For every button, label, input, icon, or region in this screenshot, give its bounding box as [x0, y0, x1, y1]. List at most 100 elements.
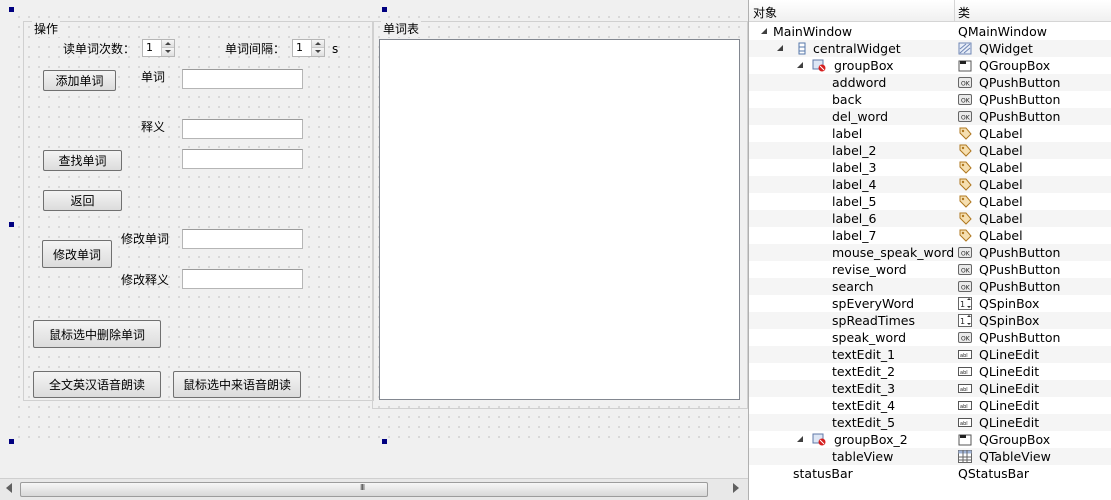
svg-text:abl: abl: [960, 421, 968, 427]
word-input[interactable]: [182, 69, 303, 89]
delete-selected-word-button[interactable]: 鼠标选中删除单词: [33, 320, 161, 348]
scroll-thumb[interactable]: III: [20, 482, 708, 497]
class-name: QPushButton: [979, 92, 1061, 107]
inspector-row[interactable]: MainWindow QMainWindow: [749, 23, 1111, 40]
revise-meaning-input[interactable]: [182, 269, 303, 289]
read-times-value: 1: [146, 41, 153, 54]
spin-down-arrow-icon[interactable]: [312, 48, 324, 56]
scroll-right-arrow-icon[interactable]: [733, 483, 739, 493]
class-name: QLabel: [979, 160, 1023, 175]
revise-word-input[interactable]: [182, 229, 303, 249]
inspector-row[interactable]: groupBox QGroupBox: [749, 57, 1111, 74]
inspector-row[interactable]: label_3 QLabel: [749, 159, 1111, 176]
inspector-row[interactable]: mouse_speak_word OK QPushButton: [749, 244, 1111, 261]
word-table-view[interactable]: [379, 39, 740, 400]
expand-triangle-icon[interactable]: [777, 45, 783, 51]
svg-text:1: 1: [960, 300, 965, 309]
inspector-row[interactable]: textEdit_5 abl QLineEdit: [749, 414, 1111, 431]
selection-grip[interactable]: [9, 222, 14, 227]
spin-down-arrow-icon[interactable]: [162, 48, 174, 56]
form-canvas[interactable]: 操作 读单词次数： 1 单词间隔： 1 s 添加单词 单词 释义 查找单词 返回: [0, 0, 748, 500]
expand-triangle-icon[interactable]: [797, 62, 803, 68]
selection-grip[interactable]: [382, 439, 387, 444]
inspector-row[interactable]: label_4 QLabel: [749, 176, 1111, 193]
horizontal-scrollbar[interactable]: III: [0, 478, 748, 500]
class-name: QLabel: [979, 126, 1023, 141]
inspector-row[interactable]: revise_word OK QPushButton: [749, 261, 1111, 278]
interval-value: 1: [296, 41, 303, 54]
back-button[interactable]: 返回: [43, 190, 122, 211]
inspector-row[interactable]: label_6 QLabel: [749, 210, 1111, 227]
class-name: QStatusBar: [958, 466, 1030, 481]
speak-all-button[interactable]: 全文英汉语音朗读: [33, 371, 161, 398]
speak-selected-button[interactable]: 鼠标选中来语音朗读: [173, 371, 301, 398]
selection-grip[interactable]: [9, 439, 14, 444]
inspector-row[interactable]: addword OK QPushButton: [749, 74, 1111, 91]
inspector-row[interactable]: groupBox_2 QGroupBox: [749, 431, 1111, 448]
svg-text:OK: OK: [961, 285, 971, 292]
svg-text:OK: OK: [961, 98, 971, 105]
inspector-row[interactable]: spEveryWord 1 QSpinBox: [749, 295, 1111, 312]
class-name: QLabel: [979, 177, 1023, 192]
svg-text:abl: abl: [960, 370, 968, 376]
spin-up-arrow-icon[interactable]: [162, 40, 174, 48]
add-word-button[interactable]: 添加单词: [43, 70, 116, 91]
selection-grip[interactable]: [9, 7, 14, 12]
inspector-row[interactable]: textEdit_3 abl QLineEdit: [749, 380, 1111, 397]
expand-triangle-icon[interactable]: [797, 436, 803, 442]
scroll-thumb-grip: III: [360, 483, 365, 492]
svg-text:OK: OK: [961, 336, 971, 343]
column-header-object[interactable]: 对象: [753, 4, 777, 21]
interval-spin-buttons[interactable]: [311, 40, 324, 56]
inspector-row[interactable]: centralWidget QWidget: [749, 40, 1111, 57]
class-name: QWidget: [979, 41, 1033, 56]
pushbutton-icon: OK: [958, 246, 972, 259]
read-times-spinbox[interactable]: 1: [142, 39, 175, 57]
inspector-row[interactable]: label_7 QLabel: [749, 227, 1111, 244]
read-times-spin-buttons[interactable]: [161, 40, 174, 56]
meaning-input[interactable]: [182, 119, 303, 139]
inspector-row[interactable]: textEdit_2 abl QLineEdit: [749, 363, 1111, 380]
read-times-label: 读单词次数：: [63, 42, 136, 56]
inspector-row[interactable]: speak_word OK QPushButton: [749, 329, 1111, 346]
inspector-row[interactable]: statusBar QStatusBar: [749, 465, 1111, 482]
scroll-left-arrow-icon[interactable]: [6, 483, 12, 493]
tableview-icon: [958, 450, 972, 463]
object-name: textEdit_1: [832, 347, 896, 362]
expand-triangle-icon[interactable]: [761, 28, 767, 34]
search-input[interactable]: [182, 149, 303, 169]
svg-text:1: 1: [960, 317, 965, 326]
interval-spinbox[interactable]: 1: [292, 39, 325, 57]
inspector-row[interactable]: label QLabel: [749, 125, 1111, 142]
object-name: label_7: [832, 228, 877, 243]
search-word-button[interactable]: 查找单词: [43, 150, 122, 171]
object-inspector[interactable]: 对象 类 MainWindow QMainWindow centralWidget Q…: [748, 0, 1111, 500]
pushbutton-icon: OK: [958, 280, 972, 293]
class-name: QGroupBox: [979, 432, 1051, 447]
column-header-class[interactable]: 类: [958, 4, 970, 21]
pushbutton-icon: OK: [958, 110, 972, 123]
object-name: mouse_speak_word: [832, 245, 955, 260]
svg-text:abl: abl: [960, 353, 968, 359]
inspector-row[interactable]: spReadTimes 1 QSpinBox: [749, 312, 1111, 329]
inspector-row[interactable]: tableView QTableView: [749, 448, 1111, 465]
inspector-row[interactable]: label_2 QLabel: [749, 142, 1111, 159]
inspector-row[interactable]: del_word OK QPushButton: [749, 108, 1111, 125]
broken-layout-icon: [812, 433, 826, 446]
interval-label: 单词间隔：: [225, 42, 286, 56]
pushbutton-icon: OK: [958, 331, 972, 344]
inspector-row[interactable]: label_5 QLabel: [749, 193, 1111, 210]
object-name: groupBox: [834, 58, 894, 73]
column-separator[interactable]: [954, 0, 955, 22]
inspector-row[interactable]: back OK QPushButton: [749, 91, 1111, 108]
inspector-row[interactable]: textEdit_4 abl QLineEdit: [749, 397, 1111, 414]
revise-word-button[interactable]: 修改单词: [42, 240, 112, 268]
class-name: QPushButton: [979, 330, 1061, 345]
inspector-row[interactable]: search OK QPushButton: [749, 278, 1111, 295]
class-name: QLabel: [979, 194, 1023, 209]
selection-grip[interactable]: [382, 7, 387, 12]
spin-up-arrow-icon[interactable]: [312, 40, 324, 48]
inspector-row[interactable]: textEdit_1 abl QLineEdit: [749, 346, 1111, 363]
object-name: MainWindow: [773, 24, 853, 39]
groupbox-icon: [958, 433, 972, 446]
